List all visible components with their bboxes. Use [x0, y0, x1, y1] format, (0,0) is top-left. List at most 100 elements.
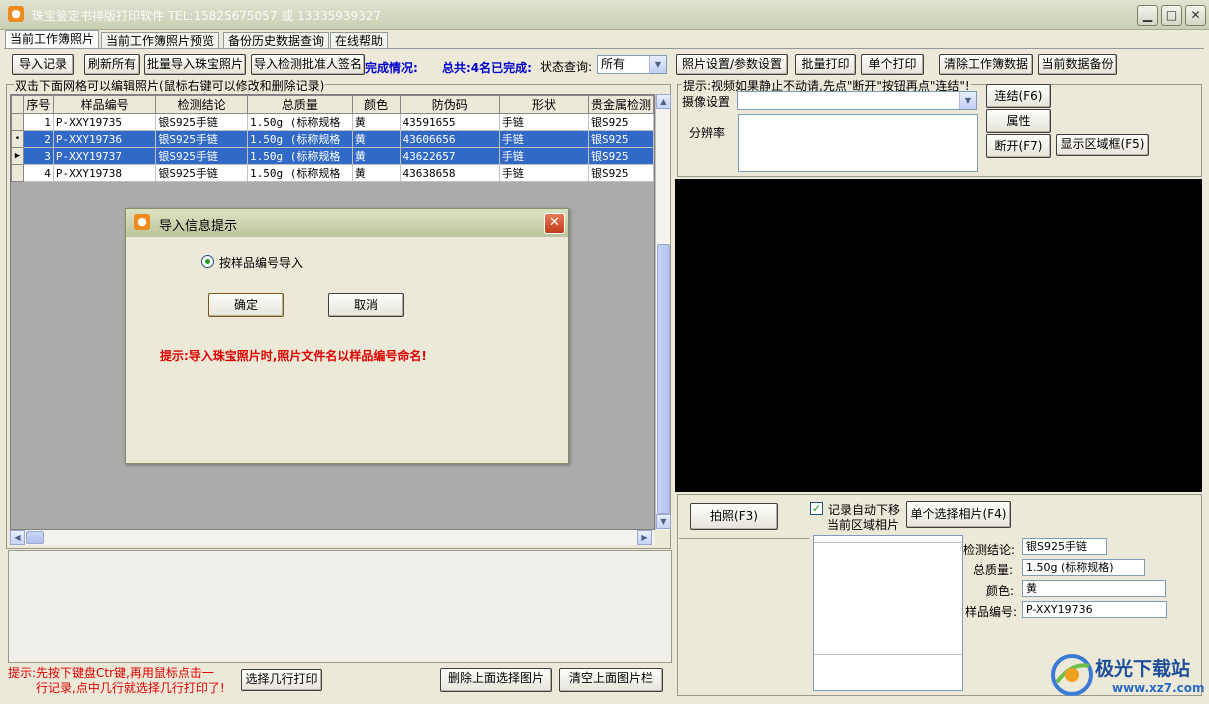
table-header-row: 序号 样品编号 检测结论 总质量 颜色 防伪码 形状 贵金属检测 — [11, 95, 654, 114]
table-cell[interactable]: 1.50g (标称规格 — [246, 130, 353, 148]
table-row[interactable]: ▶ 3 P-XXY19737 银S925手链 1.50g (标称规格 黄 436… — [11, 147, 654, 165]
camera-device-select[interactable]: ▼ — [737, 91, 977, 110]
row-indicator[interactable]: • — [11, 130, 24, 148]
table-row[interactable]: • 2 P-XXY19736 银S925手链 1.50g (标称规格 黄 436… — [11, 130, 654, 148]
table-cell[interactable]: 手链 — [498, 113, 590, 131]
scroll-down-icon[interactable]: ▼ — [656, 514, 671, 529]
scroll-up-icon[interactable]: ▲ — [656, 94, 671, 109]
grid-horizontal-scrollbar[interactable]: ◀ ▶ — [10, 530, 655, 545]
clear-photo-bar-button[interactable]: 清空上面图片栏 — [559, 668, 663, 692]
tab-workbook-preview[interactable]: 当前工作簿照片预览 — [101, 32, 220, 49]
take-photo-button[interactable]: 拍照(F3) — [690, 503, 778, 530]
column-header[interactable]: 防伪码 — [399, 95, 500, 114]
column-header[interactable]: 样品编号 — [52, 95, 157, 114]
scroll-right-icon[interactable]: ▶ — [637, 530, 652, 545]
table-row[interactable]: 1 P-XXY19735 银S925手链 1.50g (标称规格 黄 43591… — [11, 113, 654, 131]
scroll-left-icon[interactable]: ◀ — [10, 530, 25, 545]
select-rows-print-button[interactable]: 选择几行打印 — [241, 669, 322, 691]
table-cell[interactable]: 1.50g (标称规格 — [246, 164, 353, 182]
scroll-thumb[interactable] — [26, 531, 44, 544]
table-cell[interactable]: P-XXY19736 — [52, 130, 157, 148]
refresh-all-button[interactable]: 刷新所有 — [84, 54, 140, 75]
chevron-down-icon[interactable]: ▼ — [649, 56, 666, 73]
table-row[interactable]: 4 P-XXY19738 银S925手链 1.50g (标称规格 黄 43638… — [11, 164, 654, 182]
column-header[interactable]: 贵金属检测 — [588, 95, 654, 114]
delete-selected-photo-button[interactable]: 删除上面选择图片 — [440, 668, 552, 692]
row-indicator[interactable] — [11, 113, 24, 131]
backup-data-button[interactable]: 当前数据备份 — [1038, 54, 1117, 75]
maximize-icon[interactable]: □ — [1161, 5, 1182, 26]
table-cell[interactable]: 3 — [22, 147, 54, 165]
table-cell[interactable]: 43622657 — [399, 147, 500, 165]
resolution-list[interactable] — [738, 114, 978, 172]
table-cell[interactable]: 银S925手链 — [155, 164, 248, 182]
ok-button[interactable]: 确定 — [208, 293, 284, 317]
column-header[interactable]: 颜色 — [351, 95, 401, 114]
table-cell[interactable]: P-XXY19738 — [52, 164, 157, 182]
table-cell[interactable]: P-XXY19737 — [52, 147, 157, 165]
tab-online-help[interactable]: 在线帮助 — [330, 32, 389, 49]
column-header[interactable]: 形状 — [498, 95, 590, 114]
scroll-thumb[interactable] — [657, 244, 670, 514]
table-cell[interactable]: 银S925手链 — [155, 130, 248, 148]
table-cell[interactable]: 银S925 — [588, 130, 654, 148]
minimize-icon[interactable]: ▁ — [1137, 5, 1158, 26]
table-cell[interactable]: 黄 — [351, 130, 401, 148]
photo-strip[interactable] — [8, 550, 672, 663]
weight-label: 总质量: — [973, 563, 1014, 577]
table-cell[interactable]: 43606656 — [399, 130, 500, 148]
photo-settings-button[interactable]: 照片设置/参数设置 — [676, 54, 788, 75]
close-icon[interactable]: ✕ — [1185, 5, 1206, 26]
tab-current-workbook-photos[interactable]: 当前工作簿照片 — [5, 30, 100, 49]
camera-video-preview[interactable] — [675, 179, 1202, 492]
single-print-button[interactable]: 单个打印 — [861, 54, 924, 75]
import-by-sample-radio[interactable] — [201, 255, 214, 268]
import-signature-button[interactable]: 导入检测批准人签名 — [251, 54, 365, 75]
status-query-select[interactable]: 所有 ▼ — [597, 55, 667, 74]
table-cell[interactable]: 黄 — [351, 147, 401, 165]
tab-backup-history[interactable]: 备份历史数据查询 — [223, 32, 330, 49]
table-cell[interactable]: 银S925 — [588, 113, 654, 131]
table-cell[interactable]: 银S925手链 — [155, 113, 248, 131]
table-cell[interactable]: P-XXY19735 — [52, 113, 157, 131]
import-records-button[interactable]: 导入记录 — [12, 54, 74, 75]
conclusion-field[interactable]: 银S925手链 — [1022, 538, 1107, 555]
grid-vertical-scrollbar[interactable]: ▲ ▼ — [655, 94, 671, 530]
row-indicator[interactable] — [11, 164, 24, 182]
batch-import-photos-button[interactable]: 批量导入珠宝照片 — [144, 54, 246, 75]
cancel-button[interactable]: 取消 — [328, 293, 404, 317]
table-cell[interactable]: 银S925 — [588, 164, 654, 182]
table-cell[interactable]: 1 — [22, 113, 54, 131]
disconnect-button[interactable]: 断开(F7) — [986, 134, 1051, 158]
table-cell[interactable]: 银S925手链 — [155, 147, 248, 165]
table-cell[interactable]: 4 — [22, 164, 54, 182]
color-field[interactable]: 黄 — [1022, 580, 1166, 597]
table-cell[interactable]: 1.50g (标称规格 — [246, 113, 353, 131]
table-cell[interactable]: 手链 — [498, 147, 590, 165]
column-header[interactable]: 总质量 — [246, 95, 353, 114]
show-region-button[interactable]: 显示区域框(F5) — [1056, 134, 1149, 156]
weight-field[interactable]: 1.50g (标称规格) — [1022, 559, 1145, 576]
current-region-photo[interactable] — [813, 535, 963, 691]
sample-number-field[interactable]: P-XXY19736 — [1022, 601, 1167, 618]
table-cell[interactable]: 黄 — [351, 164, 401, 182]
column-header[interactable]: 序号 — [22, 95, 54, 114]
column-header[interactable]: 检测结论 — [155, 95, 248, 114]
properties-button[interactable]: 属性 — [986, 109, 1051, 133]
table-cell[interactable]: 黄 — [351, 113, 401, 131]
table-cell[interactable]: 手链 — [498, 130, 590, 148]
table-cell[interactable]: 1.50g (标称规格 — [246, 147, 353, 165]
batch-print-button[interactable]: 批量打印 — [795, 54, 856, 75]
clear-workbook-button[interactable]: 清除工作簿数据 — [939, 54, 1033, 75]
dialog-close-icon[interactable]: ✕ — [544, 213, 565, 234]
chevron-down-icon[interactable]: ▼ — [959, 92, 976, 109]
auto-move-checkbox[interactable]: ✓ — [810, 502, 823, 515]
table-cell[interactable]: 43591655 — [399, 113, 500, 131]
table-cell[interactable]: 43638658 — [399, 164, 500, 182]
row-indicator[interactable]: ▶ — [11, 147, 24, 165]
table-cell[interactable]: 银S925 — [588, 147, 654, 165]
select-photo-button[interactable]: 单个选择相片(F4) — [906, 501, 1011, 528]
table-cell[interactable]: 2 — [22, 130, 54, 148]
table-cell[interactable]: 手链 — [498, 164, 590, 182]
connect-button[interactable]: 连结(F6) — [986, 84, 1051, 108]
